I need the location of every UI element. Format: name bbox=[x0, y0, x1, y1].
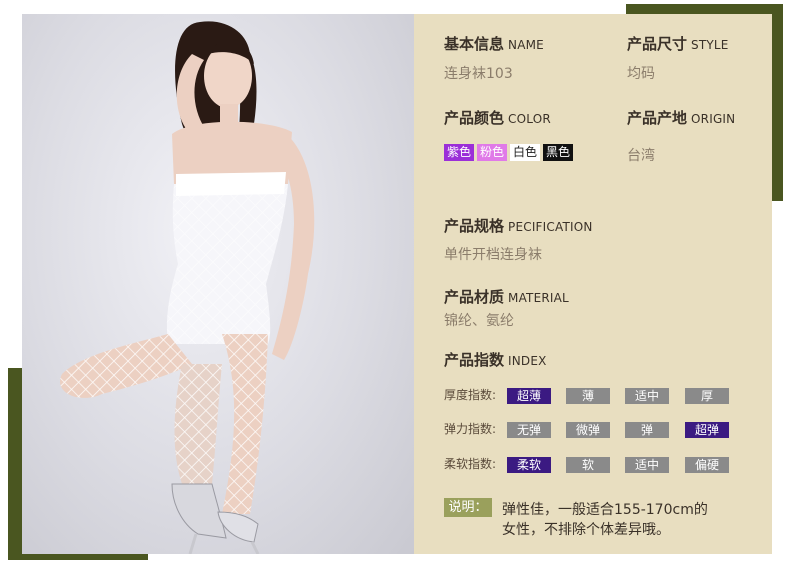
basic-info-value: 连身袜103 bbox=[444, 66, 513, 82]
color-title: 产品颜色 bbox=[444, 109, 505, 127]
color-heading: 产品颜色 COLOR bbox=[444, 107, 551, 128]
color-chip: 紫色 bbox=[444, 144, 475, 161]
basic-info-heading: 基本信息 NAME bbox=[444, 33, 544, 54]
index-title-en: INDEX bbox=[508, 354, 547, 368]
color-title-en: COLOR bbox=[508, 112, 551, 126]
product-info-panel bbox=[414, 14, 772, 554]
index-level: 偏硬 bbox=[685, 457, 729, 473]
color-chip: 黑色 bbox=[543, 144, 574, 161]
size-title-en: STYLE bbox=[691, 38, 729, 52]
spec-heading: 产品规格 PECIFICATION bbox=[444, 215, 593, 236]
note-line-1: 弹性佳，一般适合155-170cm的 bbox=[502, 502, 708, 518]
color-options: 紫色 粉色 白色 黑色 bbox=[444, 144, 574, 161]
thickness-label: 厚度指数: bbox=[444, 388, 497, 402]
index-level: 超薄 bbox=[507, 388, 551, 404]
index-level: 软 bbox=[566, 457, 610, 473]
spec-value: 单件开档连身袜 bbox=[444, 247, 542, 263]
product-photo bbox=[22, 14, 414, 554]
model-illustration bbox=[60, 21, 315, 554]
material-value: 锦纶、氨纶 bbox=[444, 313, 514, 329]
size-title: 产品尺寸 bbox=[627, 35, 688, 53]
index-level: 薄 bbox=[566, 388, 610, 404]
basic-info-title: 基本信息 bbox=[444, 35, 505, 53]
index-level: 适中 bbox=[625, 388, 669, 404]
spec-title: 产品规格 bbox=[444, 217, 505, 235]
index-level: 无弹 bbox=[507, 422, 551, 438]
index-level: 弹 bbox=[625, 422, 669, 438]
size-heading: 产品尺寸 STYLE bbox=[627, 33, 729, 54]
basic-info-title-en: NAME bbox=[508, 38, 544, 52]
color-chip: 白色 bbox=[510, 144, 541, 161]
index-level: 柔软 bbox=[507, 457, 551, 473]
note-line-2: 女性，不排除个体差异哦。 bbox=[502, 522, 670, 538]
index-level: 微弹 bbox=[566, 422, 610, 438]
index-level: 适中 bbox=[625, 457, 669, 473]
index-level: 厚 bbox=[685, 388, 729, 404]
material-title-en: MATERIAL bbox=[508, 291, 569, 305]
origin-value: 台湾 bbox=[627, 148, 655, 164]
origin-title: 产品产地 bbox=[627, 109, 688, 127]
elasticity-label: 弹力指数: bbox=[444, 422, 497, 436]
origin-heading: 产品产地 ORIGIN bbox=[627, 107, 735, 128]
material-heading: 产品材质 MATERIAL bbox=[444, 286, 569, 307]
origin-title-en: ORIGIN bbox=[691, 112, 736, 126]
index-heading: 产品指数 INDEX bbox=[444, 349, 547, 370]
size-value: 均码 bbox=[627, 66, 655, 82]
color-chip: 粉色 bbox=[477, 144, 508, 161]
index-level: 超弹 bbox=[685, 422, 729, 438]
softness-label: 柔软指数: bbox=[444, 457, 497, 471]
index-title: 产品指数 bbox=[444, 351, 505, 369]
spec-title-en: PECIFICATION bbox=[508, 220, 593, 234]
note-tag: 说明： bbox=[444, 498, 492, 517]
material-title: 产品材质 bbox=[444, 288, 505, 306]
